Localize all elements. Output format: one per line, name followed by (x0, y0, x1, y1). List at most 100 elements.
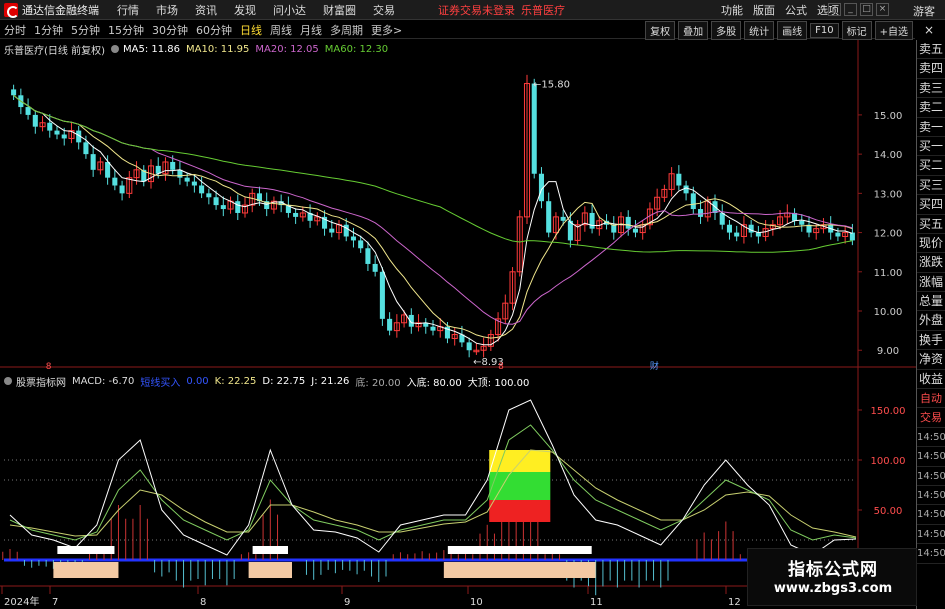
period-tab-4[interactable]: 30分钟 (148, 22, 192, 38)
toolbar-button-7[interactable]: +自选 (874, 20, 913, 40)
chart-area[interactable]: 15.00 14.00 13.00 12.00 11.00 10.00 9.00 ←15.80… (0, 40, 916, 609)
side-quote-item-10[interactable]: 现价 (917, 234, 945, 254)
candle-body-51 (379, 271, 385, 319)
candle-body-116 (849, 232, 855, 241)
trade-login-status[interactable]: 证券交易未登录 (438, 2, 515, 18)
legend-settings-icon[interactable] (110, 45, 119, 53)
ind-tick-label-2: 50.00 (874, 506, 903, 517)
app-logo-icon (4, 2, 19, 18)
side-quote-item-4[interactable]: 卖一 (917, 118, 945, 137)
side-quote-item-6[interactable]: 买二 (917, 156, 945, 176)
buy-signal-value: 0.00 (186, 375, 209, 387)
price-tick-label-2: 13.00 (874, 189, 903, 200)
candle-body-58 (430, 326, 436, 331)
period-tab-3[interactable]: 15分钟 (104, 22, 148, 38)
toolbar-button-6[interactable]: 标记 (841, 20, 872, 40)
j-value: J: 21.26 (311, 375, 350, 387)
side-lower-item-5[interactable]: 14:50 (917, 486, 945, 506)
menu-item-0[interactable]: 行情 (117, 2, 139, 18)
right-menu-item-1[interactable]: 版面 (753, 2, 775, 18)
candle-body-3 (32, 114, 38, 127)
ind-tick-label-0: 150.00 (871, 406, 906, 417)
period-tab-2[interactable]: 5分钟 (67, 22, 104, 38)
side-lower-item-8[interactable]: 14:50 (917, 544, 945, 564)
toolbar-button-3[interactable]: 统计 (744, 20, 775, 40)
current-stock-link[interactable]: 乐普医疗 (521, 2, 565, 18)
side-quote-item-16[interactable]: 净资 (917, 350, 945, 370)
side-lower-item-4[interactable]: 14:50 (917, 467, 945, 486)
ma20-line (13, 94, 853, 325)
signal-block-2 (489, 500, 551, 522)
candle-body-50 (372, 263, 378, 272)
menu-item-2[interactable]: 资讯 (195, 2, 217, 18)
period-tab-9[interactable]: 多周期 (326, 22, 367, 38)
candle-body-86 (632, 228, 638, 233)
period-tab-0[interactable]: 分时 (0, 22, 30, 38)
candle-body-103 (755, 232, 761, 237)
menu-item-6[interactable]: 交易 (373, 2, 395, 18)
side-quote-item-17[interactable]: 收益 (917, 370, 945, 390)
side-quote-item-3[interactable]: 卖二 (917, 98, 945, 118)
candle-body-15 (119, 185, 125, 194)
side-quote-item-0[interactable]: 卖五 (917, 40, 945, 60)
side-lower-item-0[interactable]: 自动 (917, 389, 945, 409)
chart-svg[interactable]: 15.00 14.00 13.00 12.00 11.00 10.00 9.00 ←15.80… (0, 40, 916, 609)
close-chart-icon[interactable]: × (915, 22, 943, 38)
window-controls: ‹ _ □ × (828, 3, 889, 16)
candle-body-28 (213, 197, 219, 206)
minimize-icon[interactable]: _ (844, 3, 857, 16)
side-lower-item-7[interactable]: 14:50 (917, 525, 945, 545)
toolbar-button-5[interactable]: F10 (810, 22, 839, 38)
side-quote-item-2[interactable]: 卖三 (917, 79, 945, 99)
side-quote-item-12[interactable]: 涨幅 (917, 273, 945, 293)
side-quote-item-1[interactable]: 卖四 (917, 59, 945, 79)
ma20-label: MA20: 12.05 (255, 43, 319, 55)
menu-item-4[interactable]: 问小达 (273, 2, 306, 18)
side-quote-item-11[interactable]: 涨跌 (917, 253, 945, 273)
candle-body-94 (690, 193, 696, 210)
period-tab-6[interactable]: 日线 (236, 22, 266, 38)
side-lower-item-1[interactable]: 交易 (917, 408, 945, 428)
side-quote-item-8[interactable]: 买四 (917, 195, 945, 215)
menu-item-3[interactable]: 发现 (234, 2, 256, 18)
side-lower-item-6[interactable]: 14:50 (917, 505, 945, 525)
candle-body-44 (329, 228, 335, 233)
side-quote-item-15[interactable]: 换手 (917, 331, 945, 351)
month-label-m12: 12 (728, 597, 741, 608)
period-tab-1[interactable]: 1分钟 (30, 22, 67, 38)
side-quote-item-7[interactable]: 买三 (917, 176, 945, 196)
side-lower-item-2[interactable]: 14:50 (917, 428, 945, 448)
side-lower-item-3[interactable]: 14:50 (917, 447, 945, 467)
guest-label[interactable]: 游客 (913, 3, 935, 19)
right-menu-item-0[interactable]: 功能 (721, 2, 743, 18)
back-icon[interactable]: ‹ (828, 3, 841, 16)
right-menu-item-2[interactable]: 公式 (785, 2, 807, 18)
buy-signal-label: 短线买入 (140, 377, 181, 389)
event-marker-1: 8 (46, 362, 52, 372)
menu-item-5[interactable]: 财富圈 (323, 2, 356, 18)
side-quote-item-13[interactable]: 总量 (917, 292, 945, 312)
candle-body-80 (589, 212, 595, 229)
period-tab-10[interactable]: 更多> (367, 22, 406, 38)
candle-body-52 (387, 318, 393, 331)
toolbar-button-4[interactable]: 画线 (777, 20, 808, 40)
candle-body-5 (47, 122, 53, 131)
menu-item-1[interactable]: 市场 (156, 2, 178, 18)
period-tab-7[interactable]: 周线 (266, 22, 296, 38)
close-window-icon[interactable]: × (876, 3, 889, 16)
side-quote-item-5[interactable]: 买一 (917, 137, 945, 157)
toolbar-button-0[interactable]: 复权 (645, 20, 676, 40)
indicator-name[interactable]: 股票指标网 (16, 374, 66, 389)
side-quote-item-14[interactable]: 外盘 (917, 311, 945, 331)
period-tab-8[interactable]: 月线 (296, 22, 326, 38)
toolbar-button-1[interactable]: 叠加 (678, 20, 709, 40)
candle-body-7 (61, 134, 67, 139)
toolbar-button-2[interactable]: 多股 (711, 20, 742, 40)
period-tab-5[interactable]: 60分钟 (192, 22, 236, 38)
month-label-m9: 9 (344, 597, 350, 608)
indicator-settings-icon[interactable] (4, 377, 12, 385)
side-quote-item-9[interactable]: 买五 (917, 215, 945, 234)
maximize-icon[interactable]: □ (860, 3, 873, 16)
candle-body-0 (11, 89, 17, 96)
k-value: K: 22.25 (214, 375, 257, 387)
